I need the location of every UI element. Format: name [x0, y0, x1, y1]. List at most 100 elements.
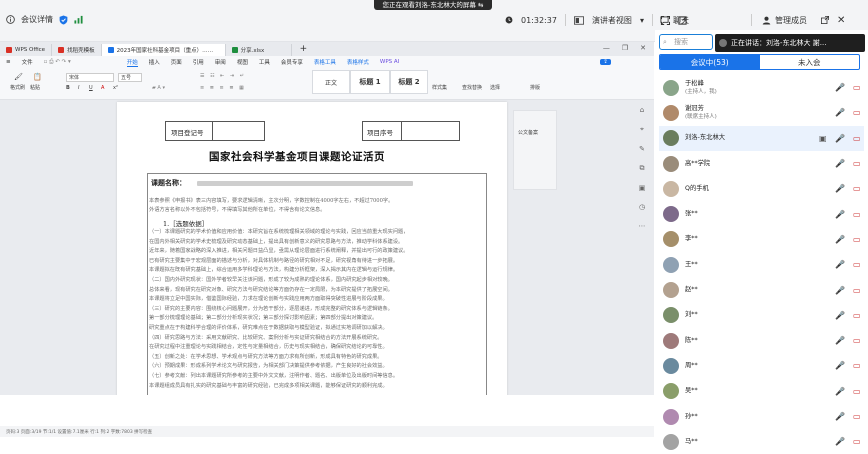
menu-wps-ai[interactable]: WPS AI — [380, 59, 399, 65]
menu-review[interactable]: 审阅 — [215, 58, 226, 66]
participant-row[interactable]: 吴** 🎤 ▭ — [659, 379, 864, 404]
tab-not-joined[interactable]: 未入会 — [760, 55, 860, 69]
participant-row[interactable]: 赵** 🎤 ▭ — [659, 277, 864, 302]
bold-icon[interactable]: B — [66, 85, 70, 91]
popout-icon[interactable] — [821, 16, 829, 24]
menu-home[interactable]: 开始 — [126, 58, 138, 67]
superscript-icon[interactable]: x² — [113, 85, 118, 91]
chevron-down-icon[interactable]: ▾ — [640, 16, 644, 25]
camera-off-icon[interactable]: ▭ — [853, 184, 861, 193]
camera-off-icon[interactable]: ▭ — [853, 286, 861, 295]
microphone-icon[interactable]: 🎤 — [835, 108, 845, 117]
microphone-icon[interactable]: 🎤 — [835, 184, 845, 193]
more-icon[interactable]: ⋯ — [639, 222, 646, 230]
layout-button[interactable]: 排版 — [530, 84, 540, 91]
style-normal[interactable]: 正文 — [312, 70, 350, 94]
microphone-icon[interactable]: 🎤 — [835, 210, 845, 219]
menu-references[interactable]: 引用 — [193, 58, 204, 66]
microphone-icon[interactable]: 🎤 — [835, 134, 845, 143]
camera-off-icon[interactable]: ▭ — [853, 210, 861, 219]
list-icons[interactable]: ☰ ☷ ⇤ ⇥ ↵ — [200, 73, 246, 79]
select-button[interactable]: 选择 — [490, 84, 500, 91]
microphone-icon[interactable]: 🎤 — [835, 235, 845, 244]
microphone-icon[interactable]: 🎤 — [835, 286, 845, 295]
view-mode-button[interactable]: 演讲者视图 — [592, 15, 632, 26]
menu-member[interactable]: 会员专享 — [281, 58, 303, 66]
window-close-icon[interactable]: ✕ — [640, 44, 646, 52]
chat-icon[interactable] — [660, 15, 669, 25]
camera-off-icon[interactable]: ▭ — [853, 437, 861, 446]
camera-off-icon[interactable]: ▭ — [853, 387, 861, 396]
menu-insert[interactable]: 插入 — [149, 58, 160, 66]
menu-file[interactable]: 文件 — [22, 58, 33, 66]
participant-row[interactable]: 陈** 🎤 ▭ — [659, 328, 864, 353]
participant-row[interactable]: 刘洛-东北林大 🎤 ▭ ▣ — [659, 125, 864, 151]
participant-row[interactable]: 马** 🎤 ▭ — [659, 429, 864, 454]
style-set-button[interactable]: 样式集 — [432, 84, 447, 91]
side-panel-label[interactable]: 公文备案 — [518, 129, 556, 136]
participant-row[interactable]: 王** 🎤 ▭ — [659, 252, 864, 277]
find-replace-button[interactable]: 查找替换 — [462, 84, 482, 91]
font-name-select[interactable]: 宋体 — [66, 73, 114, 82]
format-painter-button[interactable]: 格式刷 — [10, 84, 25, 91]
menu-view[interactable]: 视图 — [237, 58, 248, 66]
banner-menu-icon[interactable]: ⇆ — [478, 1, 483, 9]
participant-row[interactable]: 孙** 🎤 ▭ — [659, 404, 864, 429]
microphone-icon[interactable]: 🎤 — [835, 260, 845, 269]
underline-icon[interactable]: U — [89, 85, 93, 91]
microphone-icon[interactable]: 🎤 — [835, 361, 845, 370]
camera-off-icon[interactable]: ▭ — [853, 361, 861, 370]
camera-off-icon[interactable]: ▭ — [853, 412, 861, 421]
document-page[interactable]: 项目登记号 项目序号 国家社会科学基金项目课题论证活页 课题名称： 本表参照《申… — [117, 102, 507, 395]
tab-in-meeting[interactable]: 会议中(53) — [660, 55, 760, 69]
picture-icon[interactable]: ▣ — [639, 184, 646, 192]
tab-chat[interactable]: 聊天 — [673, 15, 689, 26]
microphone-icon[interactable]: 🎤 — [835, 412, 845, 421]
camera-off-icon[interactable]: ▭ — [853, 159, 861, 168]
font-color-icon[interactable]: A — [101, 85, 104, 91]
italic-icon[interactable]: I — [78, 85, 79, 91]
paste-button[interactable]: 粘贴 — [30, 84, 40, 91]
participant-row[interactable]: 谢冠芳 (联席主持人) 🎤 ▭ — [659, 100, 864, 125]
document-canvas[interactable]: 项目登记号 项目序号 国家社会科学基金项目课题论证活页 课题名称： 本表参照《申… — [0, 100, 654, 395]
wps-tab-document[interactable]: 2023年国家社科基金项目（重点）…… — [101, 44, 226, 56]
microphone-icon[interactable]: 🎤 — [835, 336, 845, 345]
quick-access-icons[interactable]: ▫ ⎙ ↶ ↷ ▾ — [44, 59, 71, 66]
paste-icon[interactable]: 📋 — [33, 73, 42, 81]
style-heading-1[interactable]: 标题 1 — [350, 70, 390, 94]
edit-icon[interactable]: ✎ — [639, 145, 645, 153]
home-icon[interactable]: ⌂ — [640, 106, 644, 114]
new-tab-icon[interactable]: + — [300, 44, 308, 54]
menu-page[interactable]: 页面 — [171, 58, 182, 66]
microphone-icon[interactable]: 🎤 — [835, 311, 845, 320]
camera-off-icon[interactable]: ▭ — [853, 235, 861, 244]
wps-tab-home[interactable]: WPS Office — [0, 44, 53, 56]
copy-icon[interactable]: ⧉ — [640, 164, 645, 173]
tab-members[interactable]: 管理成员 — [775, 15, 807, 26]
search-input[interactable]: ⌕ 搜索 — [659, 34, 713, 50]
align-icons[interactable]: ≡ ≣ ≡ ≣ ▦ — [200, 85, 246, 91]
camera-off-icon[interactable]: ▭ — [853, 83, 861, 92]
camera-off-icon[interactable]: ▭ — [853, 108, 861, 117]
members-icon[interactable] — [762, 16, 771, 25]
participant-row[interactable]: 张** 🎤 ▭ — [659, 201, 864, 226]
camera-off-icon[interactable]: ▭ — [853, 336, 861, 345]
participant-row[interactable]: 刘** 🎤 ▭ — [659, 303, 864, 328]
participant-row[interactable]: Q的手机 🎤 ▭ — [659, 176, 864, 201]
participant-row[interactable]: 高**学院 🎤 ▭ — [659, 151, 864, 176]
font-size-select[interactable]: 五号 — [118, 73, 142, 82]
style-heading-2[interactable]: 标题 2 — [390, 70, 428, 94]
microphone-icon[interactable]: 🎤 — [835, 159, 845, 168]
microphone-icon[interactable]: 🎤 — [835, 437, 845, 446]
microphone-icon[interactable]: 🎤 — [835, 387, 845, 396]
maximize-icon[interactable]: ❐ — [622, 44, 628, 52]
participant-row[interactable]: 李** 🎤 ▭ — [659, 227, 864, 252]
close-icon[interactable]: ✕ — [837, 15, 845, 26]
highlight-icon[interactable]: ▰ A ▾ — [152, 85, 165, 91]
participant-row[interactable]: 于松峰 (主持人，我) 🎤 ▭ — [659, 75, 864, 100]
locate-icon[interactable]: ⌖ — [640, 125, 644, 134]
wps-tab-sheet[interactable]: 分享.xlsx — [226, 44, 292, 56]
wps-tab-templates[interactable]: 找稻壳模板 — [52, 44, 102, 56]
format-painter-icon[interactable]: 🖌 — [14, 73, 23, 81]
menu-tools[interactable]: 工具 — [259, 58, 270, 66]
